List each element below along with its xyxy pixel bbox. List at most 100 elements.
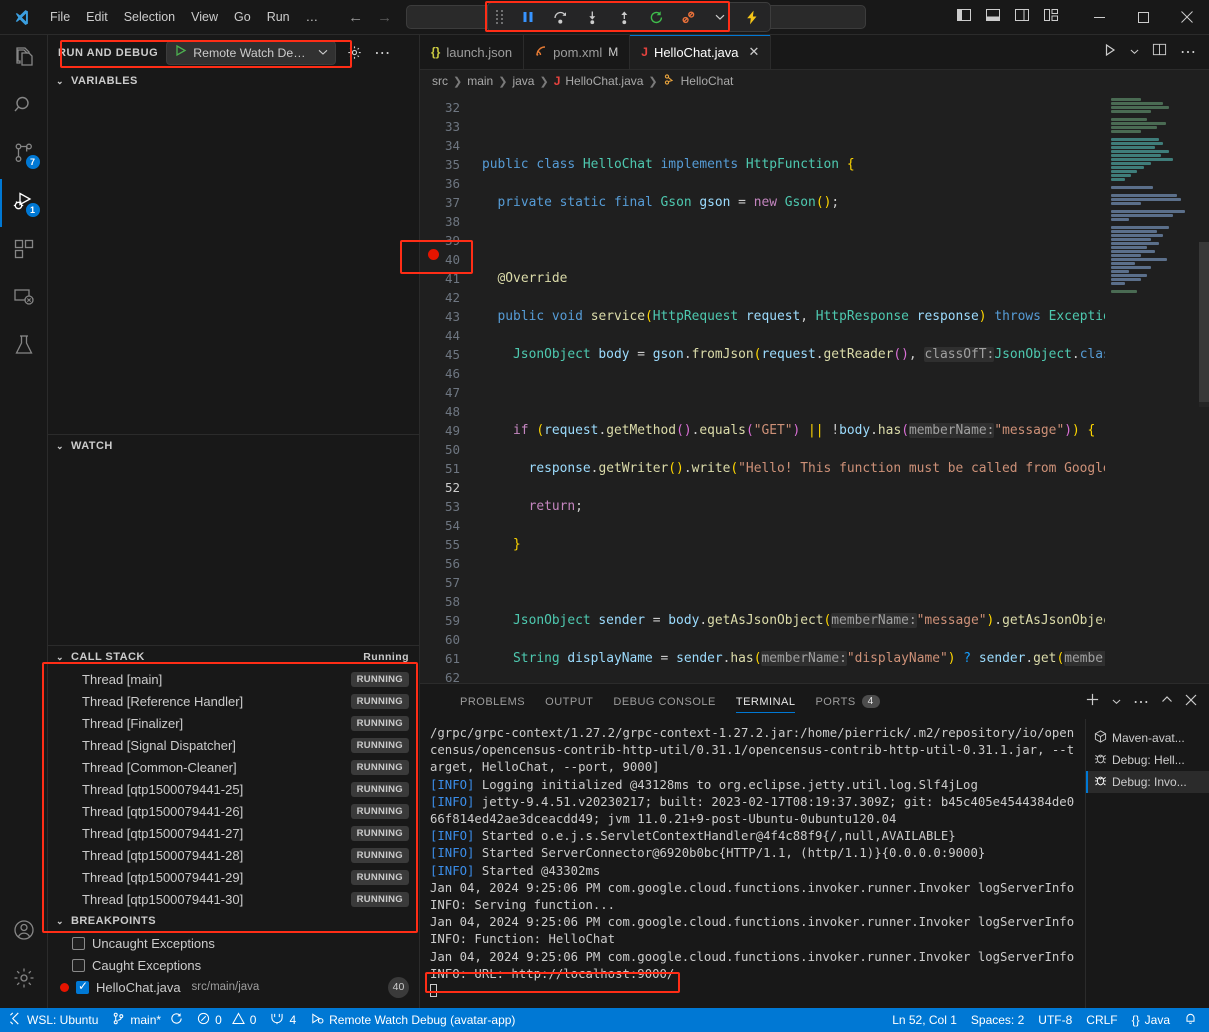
sync-icon[interactable] bbox=[170, 1012, 183, 1028]
activitybar-item-remote-explorer[interactable] bbox=[0, 275, 48, 323]
tab-output[interactable]: OUTPUT bbox=[535, 684, 603, 719]
code-editor[interactable]: 32 33 34 35 36 37 38 39 40 41 42 43 44 4… bbox=[420, 92, 1209, 683]
tab-problems[interactable]: PROBLEMS bbox=[450, 684, 535, 719]
start-debug-icon[interactable] bbox=[174, 44, 187, 62]
chevron-down-icon[interactable] bbox=[1130, 43, 1139, 61]
breadcrumb-item-java[interactable]: java bbox=[512, 74, 534, 88]
terminal-list-item-debug-hello[interactable]: Debug: Hell... bbox=[1086, 749, 1209, 771]
menu-run[interactable]: Run bbox=[259, 7, 298, 27]
breakpoint-glyph-icon[interactable] bbox=[428, 249, 439, 260]
breadcrumb-item-file[interactable]: HelloChat.java bbox=[565, 74, 643, 88]
tab-launch-json[interactable]: {} launch.json bbox=[420, 35, 524, 69]
menu-selection[interactable]: Selection bbox=[116, 7, 183, 27]
list-item[interactable]: Thread [qtp1500079441-27] RUNNING bbox=[48, 822, 419, 844]
section-header-variables[interactable]: ⌄ VARIABLES bbox=[48, 70, 419, 92]
drag-handle-icon[interactable] bbox=[496, 10, 504, 24]
activitybar-item-testing[interactable] bbox=[0, 323, 48, 371]
activitybar-item-extensions[interactable] bbox=[0, 227, 48, 275]
status-notifications[interactable] bbox=[1177, 1008, 1209, 1032]
menu-edit[interactable]: Edit bbox=[78, 7, 116, 27]
panel-more-actions-icon[interactable]: ⋯ bbox=[1133, 692, 1149, 712]
chevron-down-icon[interactable] bbox=[1112, 693, 1121, 711]
list-item[interactable]: Caught Exceptions bbox=[48, 954, 419, 976]
list-item[interactable]: Thread [qtp1500079441-25] RUNNING bbox=[48, 778, 419, 800]
activitybar-item-run-and-debug[interactable]: 1 bbox=[0, 179, 48, 227]
breadcrumb-item-src[interactable]: src bbox=[432, 74, 448, 88]
list-item[interactable]: Thread [Finalizer] RUNNING bbox=[48, 712, 419, 734]
list-item[interactable]: Thread [Reference Handler] RUNNING bbox=[48, 690, 419, 712]
breadcrumb-item-main[interactable]: main bbox=[467, 74, 493, 88]
chevron-down-icon[interactable] bbox=[318, 44, 328, 62]
breakpoint-checkbox[interactable] bbox=[72, 959, 85, 972]
launch-configuration-select[interactable]: Remote Watch Debug bbox=[166, 41, 336, 65]
pause-button[interactable] bbox=[518, 7, 538, 27]
menu-go[interactable]: Go bbox=[226, 7, 259, 27]
tab-hellochat-java[interactable]: J HelloChat.java ✕ bbox=[630, 35, 771, 69]
list-item[interactable]: Uncaught Exceptions bbox=[48, 932, 419, 954]
activitybar-item-source-control[interactable]: 7 bbox=[0, 131, 48, 179]
tab-debug-console[interactable]: DEBUG CONSOLE bbox=[603, 684, 725, 719]
step-over-button[interactable] bbox=[550, 7, 570, 27]
disconnect-button[interactable] bbox=[678, 7, 698, 27]
status-indentation[interactable]: Spaces: 2 bbox=[964, 1008, 1031, 1032]
terminal-output[interactable]: /grpc/grpc-context/1.27.2/grpc-context-1… bbox=[420, 719, 1085, 1008]
activitybar-item-accounts[interactable] bbox=[0, 908, 48, 956]
new-terminal-icon[interactable] bbox=[1085, 692, 1100, 712]
breakpoint-checkbox[interactable] bbox=[72, 937, 85, 950]
window-minimize-button[interactable] bbox=[1077, 0, 1121, 35]
menu-view[interactable]: View bbox=[183, 7, 226, 27]
list-item[interactable]: Thread [qtp1500079441-29] RUNNING bbox=[48, 866, 419, 888]
close-icon[interactable]: ✕ bbox=[748, 44, 759, 60]
go-back-icon[interactable]: ← bbox=[348, 10, 363, 25]
window-maximize-button[interactable] bbox=[1121, 0, 1165, 35]
step-into-button[interactable] bbox=[582, 7, 602, 27]
section-header-watch[interactable]: ⌄ WATCH bbox=[48, 435, 419, 457]
editor-minimap[interactable] bbox=[1105, 92, 1209, 683]
toggle-secondary-sidebar-icon[interactable] bbox=[1014, 7, 1030, 28]
run-java-icon[interactable] bbox=[1103, 43, 1117, 62]
code-content[interactable]: public class HelloChat implements HttpFu… bbox=[482, 92, 1105, 683]
breadcrumb-item-class[interactable]: HelloChat bbox=[681, 74, 734, 88]
editor-scrollbar[interactable] bbox=[1199, 242, 1209, 402]
list-item[interactable]: Thread [qtp1500079441-30] RUNNING bbox=[48, 888, 419, 910]
tab-terminal[interactable]: TERMINAL bbox=[726, 684, 806, 719]
status-eol[interactable]: CRLF bbox=[1079, 1008, 1124, 1032]
status-ports[interactable]: 4 bbox=[263, 1008, 303, 1032]
activitybar-item-settings[interactable] bbox=[0, 956, 48, 1004]
editor-more-actions-icon[interactable]: ⋯ bbox=[1180, 42, 1196, 62]
status-language-mode[interactable]: {} Java bbox=[1125, 1008, 1177, 1032]
customize-layout-icon[interactable] bbox=[1043, 7, 1059, 28]
terminal-list-item-maven[interactable]: Maven-avat... bbox=[1086, 727, 1209, 749]
debug-toolbar[interactable] bbox=[487, 2, 771, 32]
split-editor-icon[interactable] bbox=[1152, 42, 1167, 62]
status-debug-session[interactable]: Remote Watch Debug (avatar-app) bbox=[303, 1008, 522, 1032]
list-item[interactable]: HelloChat.java src/main/java 40 bbox=[48, 976, 419, 998]
debug-settings-gear-icon[interactable] bbox=[344, 43, 364, 63]
step-out-button[interactable] bbox=[614, 7, 634, 27]
close-panel-icon[interactable] bbox=[1185, 693, 1197, 711]
section-header-callstack[interactable]: ⌄ CALL STACK Running bbox=[48, 646, 419, 668]
editor-gutter[interactable]: 32 33 34 35 36 37 38 39 40 41 42 43 44 4… bbox=[420, 92, 482, 683]
status-problems[interactable]: 0 0 bbox=[190, 1008, 263, 1032]
list-item[interactable]: Thread [qtp1500079441-26] RUNNING bbox=[48, 800, 419, 822]
maximize-panel-icon[interactable] bbox=[1161, 693, 1173, 711]
list-item[interactable]: Thread [qtp1500079441-28] RUNNING bbox=[48, 844, 419, 866]
window-close-button[interactable] bbox=[1165, 0, 1209, 35]
chevron-down-icon[interactable] bbox=[710, 7, 730, 27]
tab-ports[interactable]: PORTS 4 bbox=[805, 684, 889, 719]
status-branch[interactable]: main* bbox=[105, 1008, 190, 1032]
status-editor-position[interactable]: Ln 52, Col 1 bbox=[885, 1008, 964, 1032]
list-item[interactable]: Thread [Common-Cleaner] RUNNING bbox=[48, 756, 419, 778]
list-item[interactable]: Thread [Signal Dispatcher] RUNNING bbox=[48, 734, 419, 756]
toggle-panel-icon[interactable] bbox=[985, 7, 1001, 28]
restart-button[interactable] bbox=[646, 7, 666, 27]
status-remote-host[interactable]: WSL: Ubuntu bbox=[0, 1008, 105, 1032]
activitybar-item-search[interactable] bbox=[0, 83, 48, 131]
menu-file[interactable]: File bbox=[42, 7, 78, 27]
activitybar-item-explorer[interactable] bbox=[0, 35, 48, 83]
section-header-breakpoints[interactable]: ⌄ BREAKPOINTS bbox=[48, 910, 419, 932]
status-encoding[interactable]: UTF-8 bbox=[1031, 1008, 1079, 1032]
sidebar-more-actions-icon[interactable]: ⋯ bbox=[372, 43, 392, 63]
breakpoint-checkbox[interactable] bbox=[76, 981, 89, 994]
toggle-primary-sidebar-icon[interactable] bbox=[956, 7, 972, 28]
